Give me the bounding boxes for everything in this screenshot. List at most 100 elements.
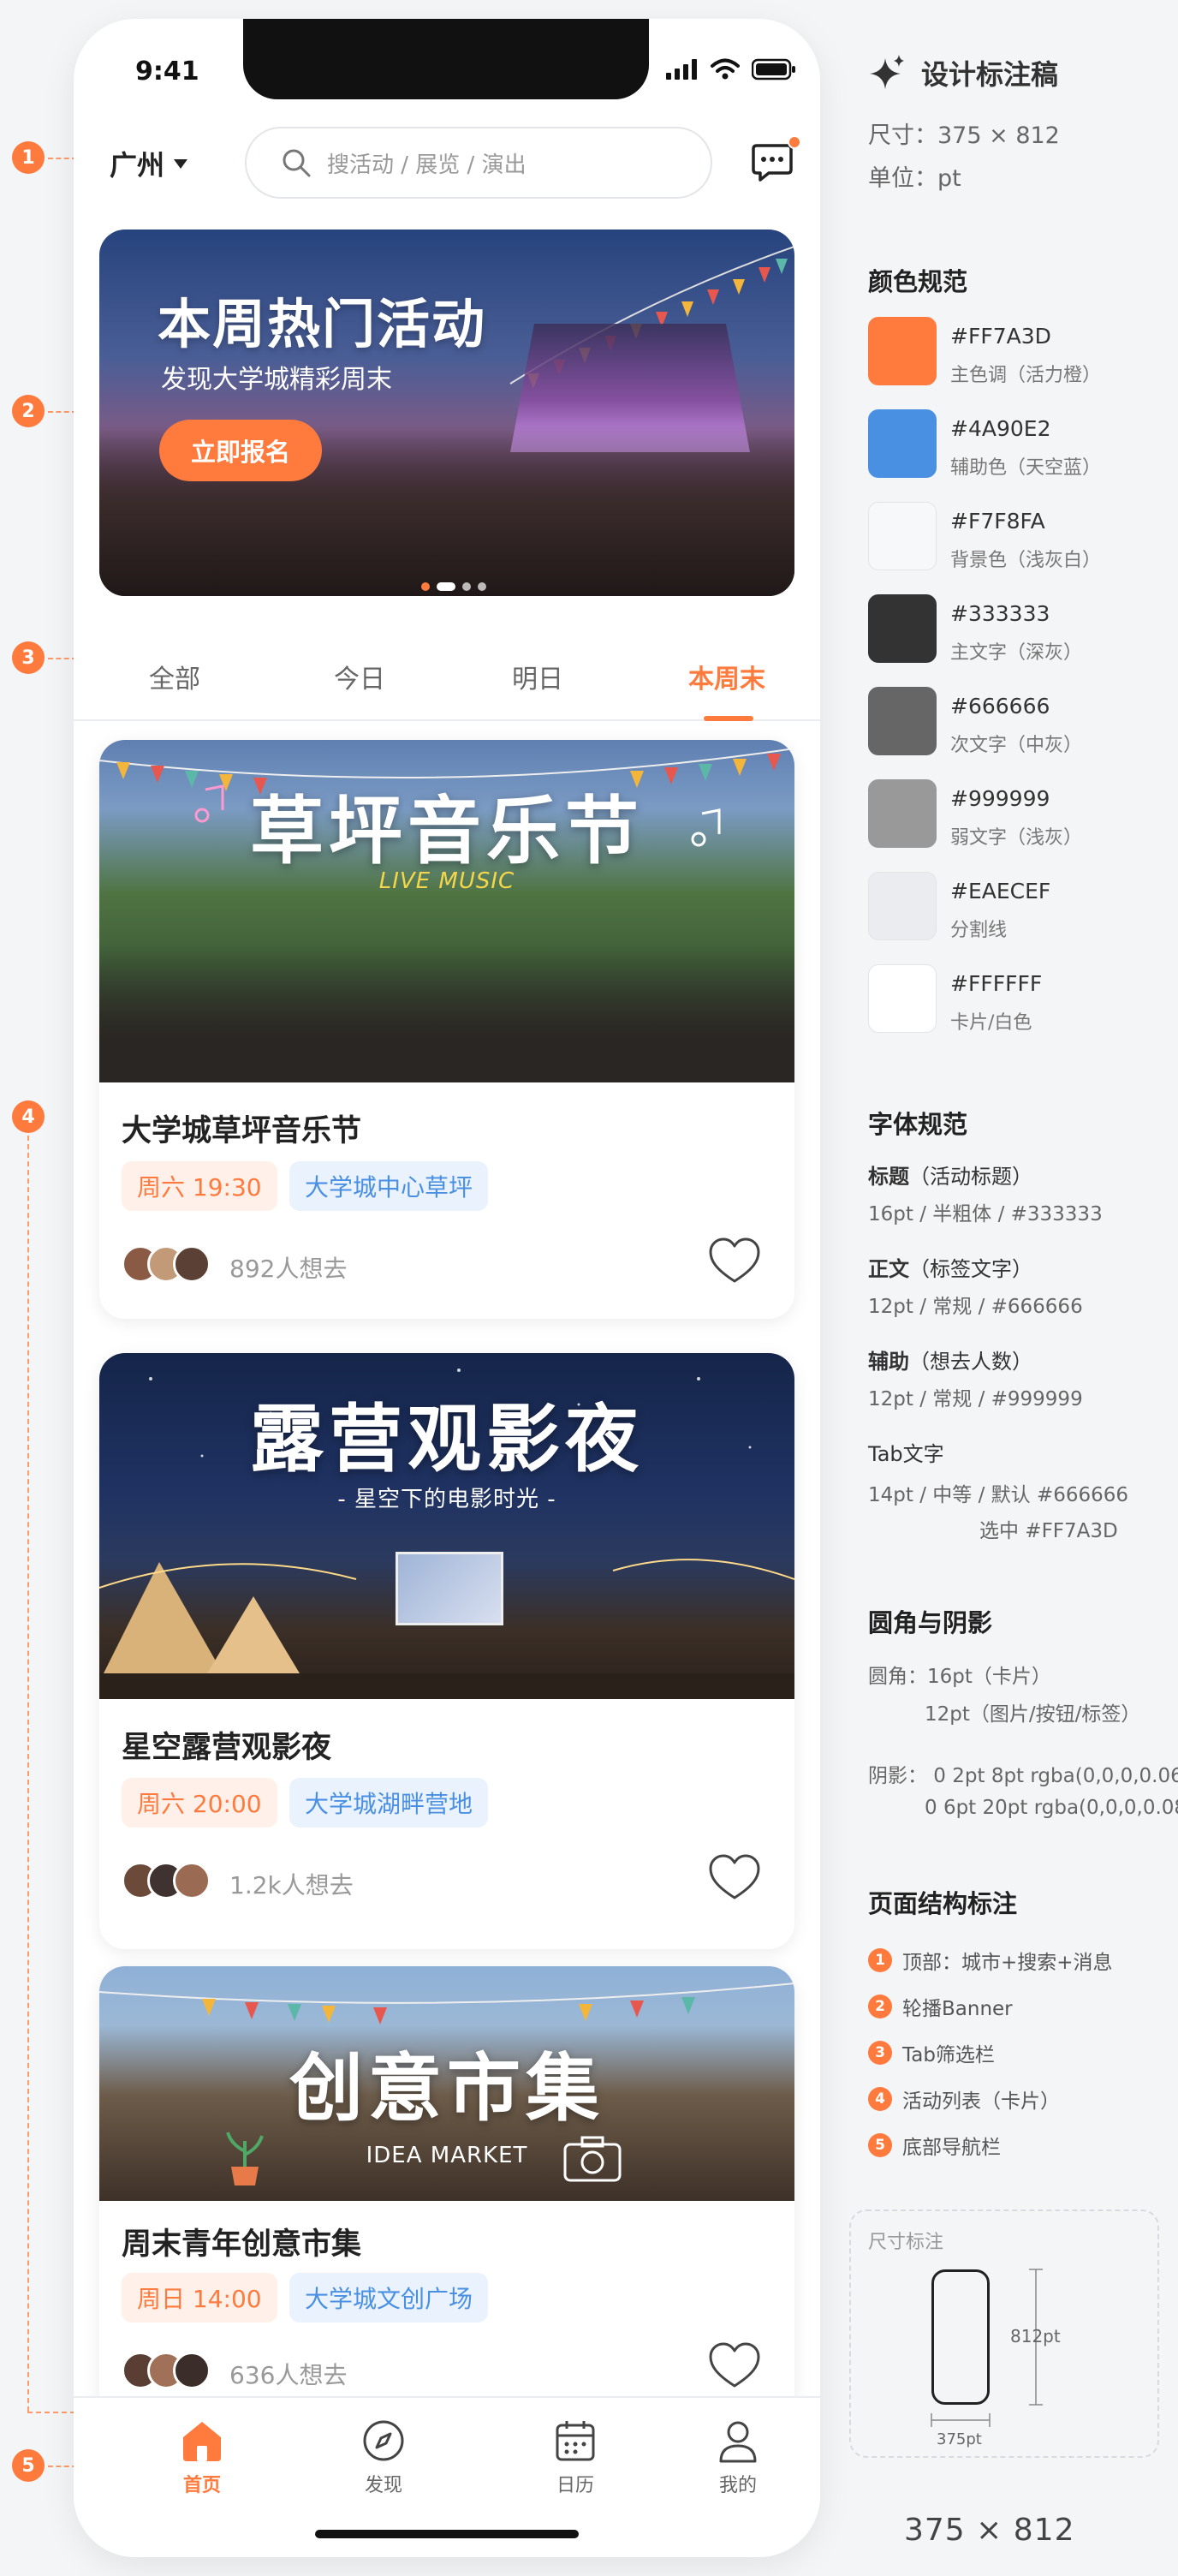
bunting-decoration [99, 1983, 794, 2024]
home-icon [183, 2422, 221, 2461]
message-button[interactable] [750, 135, 801, 187]
want-count: 636人想去 [229, 2361, 348, 2389]
annotation-marker-4: 4 [12, 1100, 45, 1133]
color-swatch [868, 409, 937, 478]
phone-frame: 9:41 广州 搜活动 / 展览 / 演出 本周热门活动 发现大学城精彩周末 立… [74, 19, 820, 2557]
event-card[interactable]: 草坪音乐节 LIVE MUSIC 大学城草坪音乐节 周六 19:30 大学城中心… [99, 740, 794, 1319]
structure-item: 4 活动列表（卡片） [868, 2084, 1060, 2114]
structure-item: 3 Tab筛选栏 [868, 2038, 995, 2067]
home-indicator [315, 2530, 579, 2538]
color-hex: #666666 [950, 694, 1050, 719]
color-name: 分割线 [950, 920, 1008, 941]
font-spec-desc-selected: 选中 #FF7A3D [979, 1520, 1118, 1542]
heart-icon[interactable] [707, 2340, 762, 2394]
color-swatch [868, 779, 937, 848]
color-hex: #4A90E2 [950, 416, 1051, 441]
nav-home-label: 首页 [182, 2475, 221, 2496]
banner-title: 本周热门活动 [158, 293, 487, 355]
color-name: 辅助色（天空蓝） [950, 457, 1102, 479]
nav-home[interactable]: 首页 [151, 2417, 253, 2497]
tab-active-indicator [704, 716, 753, 721]
structure-label: 底部导航栏 [902, 2137, 1001, 2159]
calendar-icon [556, 2421, 595, 2461]
font-heading: 字体规范 [868, 1110, 968, 1139]
shadow-spec: 阴影： 0 2pt 8pt rgba(0,0,0,0.06) [868, 1765, 1178, 1787]
message-icon [752, 144, 793, 182]
event-art-title: 创意市集 [289, 2045, 604, 2132]
event-card[interactable]: 创意市集 IDEA MARKET 周末青年创意市集 周日 14:00 大学城文创… [99, 1966, 794, 2446]
spec-title: 设计标注稿 [868, 53, 1058, 92]
color-hex: #F7F8FA [950, 509, 1045, 534]
event-location-tag: 大学城中心草坪 [289, 1161, 489, 1211]
crowd-silhouette [99, 945, 794, 1082]
spec-unit: 单位：pt [868, 165, 961, 192]
bottom-navigation: 首页 发现 日历 我的 [74, 2396, 820, 2557]
carousel-dot[interactable] [462, 582, 471, 591]
want-count: 892人想去 [229, 1255, 348, 1283]
search-input[interactable]: 搜活动 / 展览 / 演出 [245, 127, 712, 199]
font-spec-desc: 12pt / 常规 / #666666 [868, 1296, 1083, 1318]
message-badge [788, 135, 801, 149]
tab-weekend[interactable]: 本周末 [688, 658, 765, 695]
font-spec-name: 标题（活动标题） [868, 1160, 1032, 1190]
structure-item: 1 顶部：城市+搜索+消息 [868, 1946, 1113, 1975]
font-spec-note: （想去人数） [909, 1350, 1032, 1374]
nav-calendar[interactable]: 日历 [524, 2417, 627, 2497]
spec-size: 尺寸：375 × 812 [868, 122, 1060, 149]
color-swatch [868, 594, 937, 663]
city-label: 广州 [110, 149, 165, 182]
structure-heading: 页面结构标注 [868, 1889, 1018, 1918]
avatar [173, 1245, 211, 1283]
structure-label: 顶部：城市+搜索+消息 [902, 1952, 1113, 1974]
attendee-avatars [122, 1862, 211, 1899]
event-time-tag: 周六 19:30 [122, 1161, 277, 1211]
nav-profile[interactable]: 我的 [687, 2417, 789, 2497]
font-spec-note: （标签文字） [909, 1257, 1032, 1281]
dimension-width: 375pt [937, 2430, 982, 2448]
event-title: 大学城草坪音乐节 [122, 1114, 362, 1148]
carousel-dot[interactable] [478, 582, 486, 591]
signup-button[interactable]: 立即报名 [159, 420, 322, 481]
event-card[interactable]: 露营观影夜 - 星空下的电影时光 - 星空露营观影夜 周六 20:00 大学城湖… [99, 1353, 794, 1949]
annotation-marker-2: 2 [12, 395, 45, 427]
font-spec-desc: 12pt / 常规 / #999999 [868, 1388, 1083, 1410]
structure-marker: 4 [868, 2087, 892, 2111]
caret-down-icon [174, 159, 188, 169]
event-time-tag: 周日 14:00 [122, 2273, 277, 2323]
avatar [173, 1862, 211, 1899]
tab-today[interactable]: 今日 [334, 658, 385, 695]
radius-heading: 圆角与阴影 [868, 1608, 993, 1637]
color-swatch [868, 317, 937, 385]
spec-title-text: 设计标注稿 [921, 58, 1059, 91]
event-title: 周末青年创意市集 [122, 2227, 362, 2262]
structure-marker: 2 [868, 1995, 892, 2018]
heart-icon[interactable] [707, 1852, 762, 1906]
annotation-marker-3: 3 [12, 641, 45, 674]
event-location-tag: 大学城湖畔营地 [289, 1778, 489, 1828]
tab-tomorrow[interactable]: 明日 [512, 658, 563, 695]
radius-spec: 圆角：16pt（卡片） [868, 1666, 1051, 1688]
attendee-avatars [122, 1245, 211, 1283]
nav-discover[interactable]: 发现 [332, 2417, 435, 2497]
tent-decoration [99, 1559, 794, 1699]
search-icon [283, 149, 311, 177]
font-spec-name: Tab文字 [868, 1437, 944, 1467]
color-hex: #333333 [950, 601, 1050, 626]
city-selector[interactable]: 广州 [110, 144, 188, 183]
annotation-marker-5: 5 [12, 2449, 45, 2482]
event-location-tag: 大学城文创广场 [289, 2273, 489, 2323]
hero-banner[interactable]: 本周热门活动 发现大学城精彩周末 立即报名 [99, 230, 794, 596]
user-icon [719, 2421, 757, 2463]
phone-notch [243, 19, 649, 99]
heart-icon[interactable] [707, 1235, 762, 1290]
camera-icon [563, 2136, 622, 2182]
radius-spec: 12pt（图片/按钮/标签） [925, 1703, 1141, 1726]
tab-all[interactable]: 全部 [149, 658, 200, 695]
structure-marker: 3 [868, 2041, 892, 2065]
carousel-dot-active[interactable] [437, 582, 455, 591]
carousel-indicator[interactable] [421, 582, 486, 591]
color-name: 背景色（浅灰白） [950, 550, 1102, 571]
annotation-line-4 [27, 1136, 29, 2412]
carousel-dot[interactable] [421, 582, 430, 591]
color-hex: #999999 [950, 786, 1050, 811]
